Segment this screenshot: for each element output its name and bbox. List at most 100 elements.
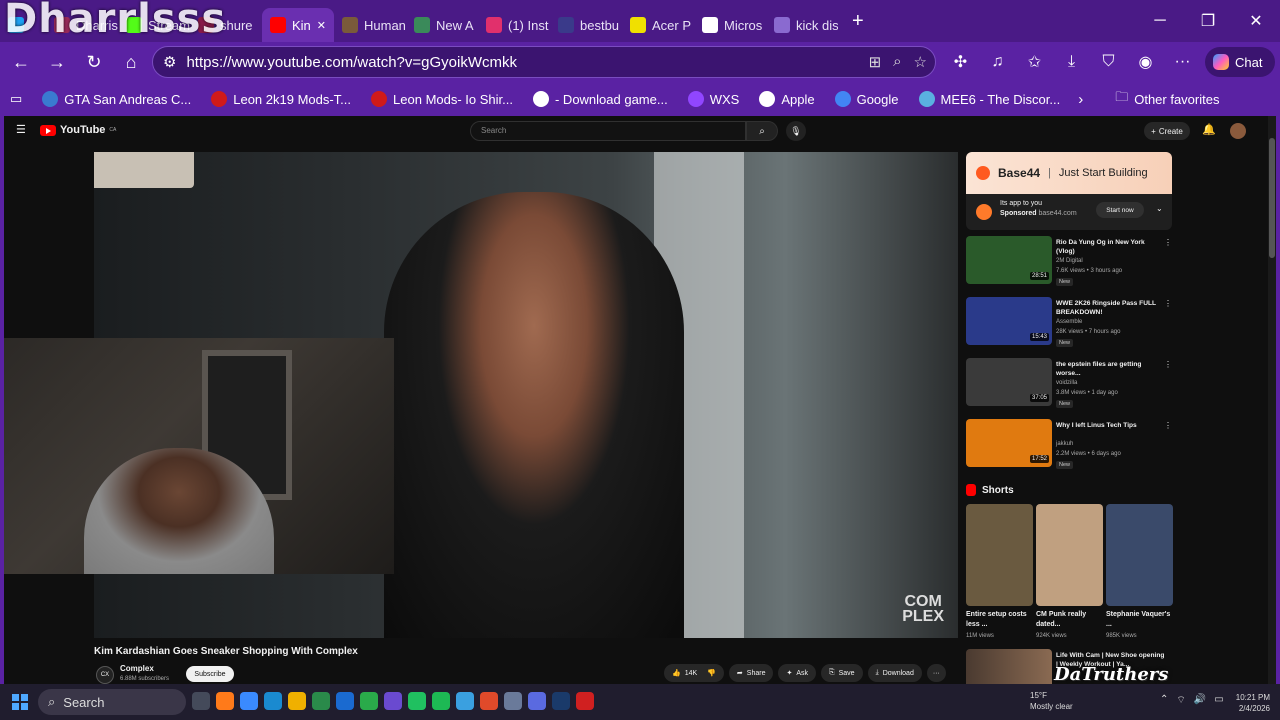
refresh-button[interactable]: ↻	[75, 46, 113, 78]
favorites-icon[interactable]: ✩	[1016, 46, 1053, 78]
media-icon[interactable]: ♫	[979, 46, 1016, 78]
video-channel[interactable]: jakkuh	[1056, 441, 1073, 447]
share-button[interactable]: ➦ Share	[728, 664, 774, 682]
scrollbar-thumb[interactable]	[1269, 138, 1275, 258]
bookmark-item[interactable]: - Download game...	[523, 91, 678, 107]
bookmark-item[interactable]: Google	[825, 91, 909, 107]
channel-avatar[interactable]: CX	[96, 666, 114, 684]
bookmark-item[interactable]: Leon 2k19 Mods-T...	[201, 91, 361, 107]
collections-icon[interactable]: ▭	[0, 91, 32, 107]
video-title-link[interactable]: Why I left Linus Tech Tips	[1056, 421, 1162, 430]
windows-start-icon[interactable]	[12, 694, 28, 710]
forward-button[interactable]: →	[38, 46, 76, 78]
taskbar-search[interactable]: ⌕ Search	[38, 689, 186, 715]
search-icon[interactable]: ⌕	[746, 121, 778, 141]
browser-tab[interactable]: Kin ✕	[262, 8, 334, 42]
video-title-link[interactable]: Rio Da Yung Og in New York (Vlog)	[1056, 238, 1162, 256]
taskbar-app-icon[interactable]	[240, 692, 258, 710]
taskbar-app-icon[interactable]	[456, 692, 474, 710]
browser-tab[interactable]: kick dis	[766, 8, 838, 42]
browser-tab[interactable]: Stream	[118, 8, 190, 42]
mic-icon[interactable]: 🎙	[786, 121, 806, 141]
more-actions-button[interactable]: ···	[926, 664, 946, 682]
ad-card[interactable]: Base44 | Just Start Building Its app to …	[966, 152, 1172, 230]
taskbar-app-icon[interactable]	[384, 692, 402, 710]
new-tab-button[interactable]: +	[852, 10, 864, 33]
taskbar-app-icon[interactable]	[216, 692, 234, 710]
thumbs-down-icon[interactable]: 👎	[707, 669, 716, 677]
save-button[interactable]: ⎘ Save	[821, 664, 863, 682]
more-vert-icon[interactable]: ⋮	[1164, 421, 1172, 430]
ask-button[interactable]: ✦ Ask	[778, 664, 817, 682]
browser-tab[interactable]	[0, 8, 46, 42]
recommended-item[interactable]: 37:05 the epstein files are getting worse…	[966, 358, 1172, 413]
video-title-link[interactable]: WWE 2K26 Ringside Pass FULL BREAKDOWN!	[1056, 299, 1162, 317]
battery-icon[interactable]: ▭	[1214, 694, 1223, 707]
app-available-icon[interactable]: ⊞	[869, 53, 882, 71]
taskbar-app-icon[interactable]	[360, 692, 378, 710]
taskbar-app-icon[interactable]	[192, 692, 210, 710]
taskbar-app-icon[interactable]	[504, 692, 522, 710]
more-menu-icon[interactable]: ···	[1164, 46, 1201, 78]
restore-button[interactable]: ❐	[1184, 0, 1232, 42]
volume-icon[interactable]: 🔊	[1194, 694, 1206, 707]
short-thumbnail[interactable]	[966, 504, 1033, 606]
subscribe-button[interactable]: Subscribe	[186, 666, 234, 682]
zoom-icon[interactable]: ⌕	[893, 53, 901, 71]
browser-tab[interactable]: Acer P	[622, 8, 694, 42]
chevron-down-icon[interactable]: ⌄	[1156, 204, 1163, 213]
weather-widget[interactable]: 15°F Mostly clear	[1030, 690, 1073, 712]
short-title[interactable]: Entire setup costs less ...	[966, 610, 1033, 630]
short-item[interactable]: Stephanie Vaquer's ... 985K views	[1106, 504, 1173, 639]
short-thumbnail[interactable]	[1036, 504, 1103, 606]
taskbar-app-icon[interactable]	[264, 692, 282, 710]
like-button[interactable]: 👍 14K 👎	[664, 664, 724, 682]
more-vert-icon[interactable]: ⋮	[1164, 238, 1172, 247]
bookmark-item[interactable]: MEE6 - The Discor...	[909, 91, 1071, 107]
short-thumbnail[interactable]	[1106, 504, 1173, 606]
more-vert-icon[interactable]: ⋮	[1164, 360, 1172, 369]
browser-tab[interactable]: Dharris	[46, 8, 118, 42]
hamburger-menu-icon[interactable]: ☰	[16, 123, 26, 136]
wifi-icon[interactable]: ⌔	[1176, 694, 1185, 707]
taskbar-app-icon[interactable]	[288, 692, 306, 710]
close-tab-icon[interactable]: ✕	[317, 19, 326, 32]
bookmark-item[interactable]: GTA San Andreas C...	[32, 91, 201, 107]
notifications-bell-icon[interactable]: 🔔	[1202, 123, 1216, 136]
taskbar-app-icon[interactable]	[312, 692, 330, 710]
url-input[interactable]: ⚙ https://www.youtube.com/watch?v=gGyoik…	[152, 46, 936, 78]
clock[interactable]: 10:21 PM 2/4/2026	[1228, 692, 1270, 714]
minimize-button[interactable]: ─	[1136, 0, 1184, 42]
chevron-up-icon[interactable]: ⌃	[1160, 694, 1168, 707]
taskbar-app-icon[interactable]	[408, 692, 426, 710]
browser-tab[interactable]: shure	[190, 8, 262, 42]
create-button[interactable]: + Create	[1144, 122, 1190, 140]
youtube-search-input[interactable]: Search	[470, 121, 746, 141]
download-button[interactable]: ⤓ Download	[867, 664, 922, 682]
browser-essentials-icon[interactable]: ⛉	[1090, 46, 1127, 78]
bookmark-item[interactable]: Apple	[749, 91, 824, 107]
browser-tab[interactable]: New A	[406, 8, 478, 42]
taskbar-app-icon[interactable]	[528, 692, 546, 710]
site-info-icon[interactable]: ⚙	[163, 53, 176, 71]
recommended-item[interactable]: 28:51 Rio Da Yung Og in New York (Vlog) 2M…	[966, 236, 1172, 291]
home-button[interactable]: ⌂	[112, 46, 150, 78]
short-title[interactable]: CM Punk really dated...	[1036, 610, 1103, 630]
close-window-button[interactable]: ✕	[1232, 0, 1280, 42]
video-thumbnail[interactable]	[966, 649, 1052, 689]
youtube-logo[interactable]: YouTube CA	[40, 124, 116, 136]
browser-tab[interactable]: bestbu	[550, 8, 622, 42]
other-favorites[interactable]: 🗀 Other favorites	[1105, 88, 1229, 110]
recommended-item[interactable]: 15:43 WWE 2K26 Ringside Pass FULL BREAKDO…	[966, 297, 1172, 352]
copilot-chat-button[interactable]: Chat	[1205, 47, 1275, 77]
taskbar-app-icon[interactable]	[552, 692, 570, 710]
recommended-item[interactable]: 17:52 Why I left Linus Tech Tips jakkuh 2.2…	[966, 419, 1172, 474]
video-title-link[interactable]: the epstein files are getting worse...	[1056, 360, 1162, 378]
ad-start-button[interactable]: Start now	[1096, 202, 1144, 218]
taskbar-app-icon[interactable]	[336, 692, 354, 710]
chevron-right-icon[interactable]: ›	[1078, 91, 1083, 108]
browser-tab[interactable]: Micros	[694, 8, 766, 42]
extensions-icon[interactable]: ✣	[942, 46, 979, 78]
profile-icon[interactable]: ◉	[1127, 46, 1164, 78]
downloads-icon[interactable]: ⤓	[1053, 46, 1090, 78]
